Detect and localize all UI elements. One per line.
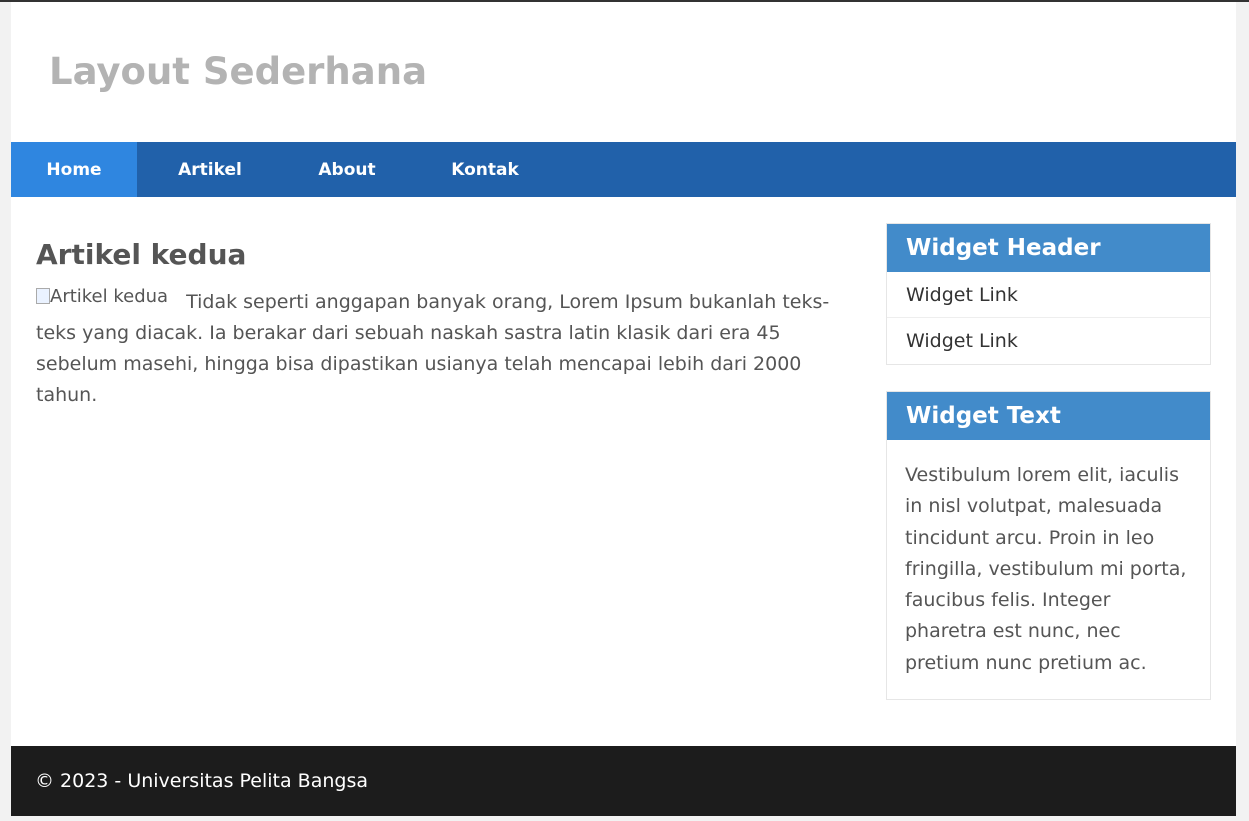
article-image: Artikel kedua	[36, 281, 168, 312]
footer-text: © 2023 - Universitas Pelita Bangsa	[35, 770, 368, 792]
widget-text-body: Vestibulum lorem elit, iaculis in nisl v…	[905, 464, 1187, 674]
widget-link[interactable]: Widget Link	[887, 272, 1210, 318]
nav-item-home[interactable]: Home	[11, 142, 137, 197]
widget-links: Widget Header Widget Link Widget Link	[886, 223, 1211, 365]
widget-header: Widget Header	[887, 224, 1210, 272]
broken-image-icon	[36, 288, 50, 304]
widget-link[interactable]: Widget Link	[887, 318, 1210, 364]
site-title: Layout Sederhana	[49, 49, 428, 93]
article-body: Artikel kedua Tidak seperti anggapan bany…	[36, 286, 836, 411]
main-nav: Home Artikel About Kontak	[11, 142, 1236, 197]
nav-item-about[interactable]: About	[283, 142, 411, 197]
nav-item-artikel[interactable]: Artikel	[137, 142, 283, 197]
nav-item-kontak[interactable]: Kontak	[411, 142, 559, 197]
widget-text: Widget Text Vestibulum lorem elit, iacul…	[886, 391, 1211, 701]
widget-text-header: Widget Text	[887, 392, 1210, 440]
article: Artikel kedua Artikel kedua Tidak seperti…	[36, 238, 836, 411]
page-container: Layout Sederhana Home Artikel About Kont…	[11, 2, 1236, 816]
site-header: Layout Sederhana	[11, 2, 1236, 142]
sidebar: Widget Header Widget Link Widget Link Wi…	[886, 223, 1211, 726]
site-footer: © 2023 - Universitas Pelita Bangsa	[11, 746, 1236, 816]
article-image-alt: Artikel kedua	[50, 286, 169, 307]
article-title: Artikel kedua	[36, 238, 247, 271]
